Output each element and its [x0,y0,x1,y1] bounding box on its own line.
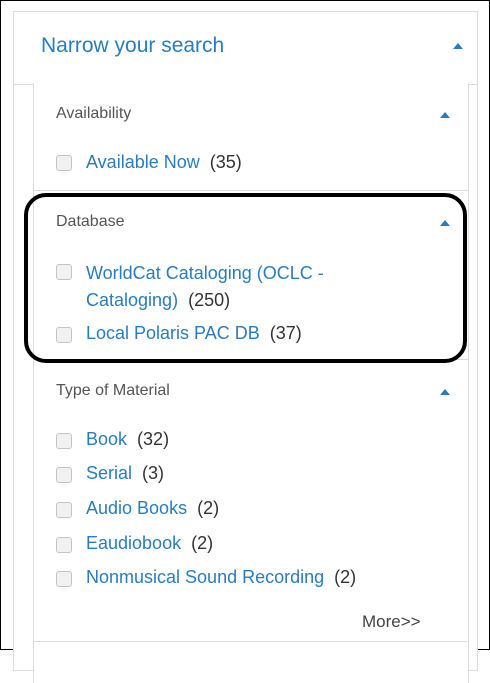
facet-option-link[interactable]: Nonmusical Sound Recording (2) [86,567,356,588]
facet-option-link[interactable]: Local Polaris PAC DB (37) [86,323,302,344]
checkbox-icon[interactable] [56,467,72,483]
facet-option-count: (3) [142,463,165,483]
facet-option-count: (35) [209,152,242,172]
facet-option-link[interactable]: Audio Books (2) [86,498,219,519]
facet-divider [34,190,468,191]
facet-divider [34,359,468,360]
facet-option-count: (250) [188,290,231,310]
caret-up-icon[interactable] [440,220,450,226]
caret-up-icon[interactable] [440,389,450,395]
checkbox-icon[interactable] [56,433,72,449]
facet-title-type-of-material: Type of Material [56,382,170,399]
facet-title-database: Database [56,213,125,230]
facet-option-label[interactable]: WorldCat Cataloging (OCLC - [86,263,324,283]
facet-option-link[interactable]: WorldCat Cataloging (OCLC - Cataloging) … [86,260,324,314]
facet-option-label[interactable]: Book [86,429,127,449]
checkbox-icon[interactable] [56,264,72,280]
checkbox-icon[interactable] [56,571,72,587]
facet-title-availability: Availability [56,105,132,122]
facet-option-label[interactable]: Eaudiobook [86,533,181,553]
facet-option-link[interactable]: Available Now (35) [86,152,242,173]
facet-option-label[interactable]: Serial [86,463,132,483]
facet-divider [33,641,467,642]
checkbox-icon[interactable] [56,537,72,553]
facet-option-link[interactable]: Book (32) [86,429,169,450]
facet-option-count: (2) [197,498,220,518]
facet-option-label[interactable]: Audio Books [86,498,187,518]
facet-option-count: (32) [137,429,170,449]
checkbox-icon[interactable] [56,502,72,518]
facet-option-label[interactable]: Nonmusical Sound Recording [86,567,324,587]
facet-option-label[interactable]: Local Polaris PAC DB [86,323,260,343]
facet-option-link[interactable]: Serial (3) [86,463,164,484]
panel-title: Narrow your search [41,34,225,57]
checkbox-icon[interactable] [56,327,72,343]
more-link[interactable]: More>> [362,612,421,632]
narrow-search-header[interactable]: Narrow your search [14,12,477,85]
facet-option-link[interactable]: Eaudiobook (2) [86,533,213,554]
facet-option-count: (37) [269,323,302,343]
facet-option-label-cont[interactable]: Cataloging) [86,290,178,310]
facet-list: Availability Available Now (35) Database… [33,83,469,683]
facet-option-count: (2) [334,567,357,587]
facet-option-count: (2) [191,533,214,553]
checkbox-icon[interactable] [56,155,72,171]
collapse-caret-icon[interactable] [453,43,463,49]
facet-option-label[interactable]: Available Now [86,152,200,172]
caret-up-icon[interactable] [440,112,450,118]
